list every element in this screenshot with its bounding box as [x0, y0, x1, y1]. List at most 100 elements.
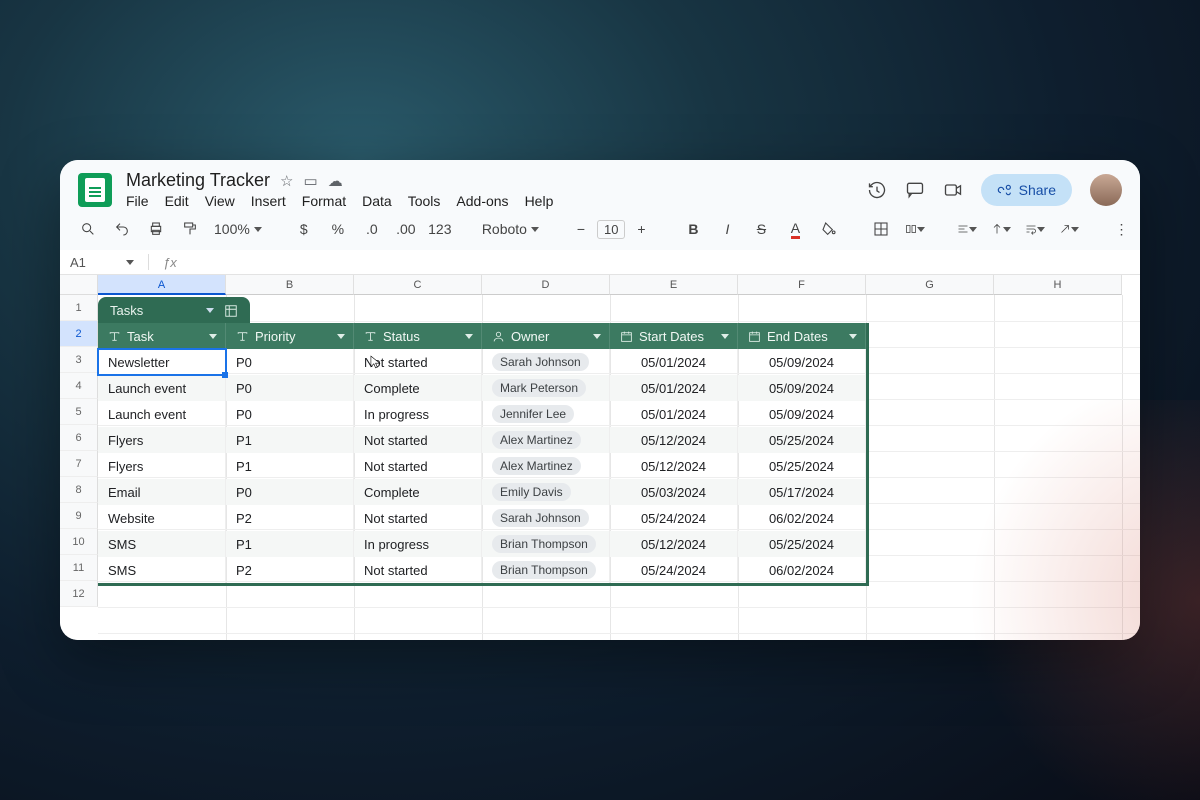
cell-priority[interactable]: P0	[226, 479, 354, 505]
menu-file[interactable]: File	[126, 193, 149, 209]
spreadsheet-grid[interactable]: ABCDEFGH 123456789101112 Tasks TaskPrior…	[60, 275, 1140, 640]
cell-owner[interactable]: Brian Thompson	[482, 557, 610, 583]
cell-end-date[interactable]: 06/02/2024	[738, 505, 866, 531]
print-icon[interactable]	[146, 221, 166, 237]
cell-task[interactable]: SMS	[98, 557, 226, 583]
cell-end-date[interactable]: 05/09/2024	[738, 375, 866, 401]
cell-priority[interactable]: P2	[226, 557, 354, 583]
row-header-6[interactable]: 6	[60, 425, 98, 451]
row-header-3[interactable]: 3	[60, 347, 98, 373]
column-header-C[interactable]: C	[354, 275, 482, 295]
percent-icon[interactable]: %	[328, 221, 348, 237]
cell-priority[interactable]: P1	[226, 427, 354, 453]
column-header-H[interactable]: H	[994, 275, 1122, 295]
more-formats-icon[interactable]: 123	[430, 221, 450, 237]
decrease-decimal-icon[interactable]: .0	[362, 221, 382, 237]
table-name-tab[interactable]: Tasks	[98, 297, 250, 324]
increase-decimal-icon[interactable]: .00	[396, 221, 416, 237]
row-header-2[interactable]: 2	[60, 321, 98, 347]
cell-task[interactable]: Email	[98, 479, 226, 505]
sheets-app-icon[interactable]	[78, 173, 112, 207]
cell-status[interactable]: In progress	[354, 401, 482, 427]
cell-task[interactable]: Website	[98, 505, 226, 531]
undo-icon[interactable]	[112, 221, 132, 237]
cell-priority[interactable]: P1	[226, 531, 354, 557]
cell-end-date[interactable]: 05/17/2024	[738, 479, 866, 505]
chevron-down-icon[interactable]	[206, 308, 214, 313]
cell-start-date[interactable]: 05/12/2024	[610, 453, 738, 479]
row-header-1[interactable]: 1	[60, 295, 98, 321]
cell-task[interactable]: Flyers	[98, 453, 226, 479]
increase-font-icon[interactable]: +	[631, 221, 651, 237]
table-header-start dates[interactable]: Start Dates	[610, 323, 738, 349]
table-header-status[interactable]: Status	[354, 323, 482, 349]
menu-format[interactable]: Format	[302, 193, 346, 209]
cell-owner[interactable]: Sarah Johnson	[482, 505, 610, 531]
name-box-dropdown-icon[interactable]	[126, 260, 134, 265]
table-header-task[interactable]: Task	[98, 323, 226, 349]
menu-edit[interactable]: Edit	[165, 193, 189, 209]
document-title[interactable]: Marketing Tracker	[126, 170, 270, 191]
cell-start-date[interactable]: 05/03/2024	[610, 479, 738, 505]
bold-icon[interactable]: B	[683, 221, 703, 237]
borders-icon[interactable]	[871, 221, 891, 237]
comments-icon[interactable]	[905, 180, 925, 200]
name-box[interactable]: A1	[70, 255, 120, 270]
cell-task[interactable]: Newsletter	[98, 349, 226, 375]
cell-owner[interactable]: Brian Thompson	[482, 531, 610, 557]
cell-priority[interactable]: P1	[226, 453, 354, 479]
cell-owner[interactable]: Alex Martinez	[482, 453, 610, 479]
zoom-dropdown[interactable]: 100%	[214, 221, 262, 237]
merge-icon[interactable]	[905, 221, 925, 237]
cell-status[interactable]: Complete	[354, 479, 482, 505]
cell-owner[interactable]: Mark Peterson	[482, 375, 610, 401]
column-header-A[interactable]: A	[98, 275, 226, 295]
menu-data[interactable]: Data	[362, 193, 392, 209]
table-header-end dates[interactable]: End Dates	[738, 323, 866, 349]
cell-task[interactable]: SMS	[98, 531, 226, 557]
font-dropdown[interactable]: Roboto	[482, 221, 539, 237]
cell-start-date[interactable]: 05/12/2024	[610, 531, 738, 557]
rotate-icon[interactable]	[1059, 221, 1079, 237]
column-header-G[interactable]: G	[866, 275, 994, 295]
row-header-8[interactable]: 8	[60, 477, 98, 503]
share-button[interactable]: Share	[981, 174, 1072, 206]
cell-end-date[interactable]: 05/09/2024	[738, 401, 866, 427]
cell-task[interactable]: Flyers	[98, 427, 226, 453]
valign-icon[interactable]	[991, 221, 1011, 237]
cell-priority[interactable]: P0	[226, 349, 354, 375]
table-header-priority[interactable]: Priority	[226, 323, 354, 349]
cell-end-date[interactable]: 05/25/2024	[738, 427, 866, 453]
cell-task[interactable]: Launch event	[98, 401, 226, 427]
cell-start-date[interactable]: 05/24/2024	[610, 505, 738, 531]
decrease-font-icon[interactable]: −	[571, 221, 591, 237]
cell-start-date[interactable]: 05/01/2024	[610, 375, 738, 401]
cell-status[interactable]: Not started	[354, 557, 482, 583]
column-header-D[interactable]: D	[482, 275, 610, 295]
menu-addons[interactable]: Add-ons	[456, 193, 508, 209]
cell-end-date[interactable]: 05/25/2024	[738, 531, 866, 557]
cell-status[interactable]: Not started	[354, 453, 482, 479]
cell-start-date[interactable]: 05/01/2024	[610, 401, 738, 427]
text-color-icon[interactable]: A	[785, 220, 805, 239]
fx-icon[interactable]: ƒx	[163, 255, 177, 270]
cell-status[interactable]: In progress	[354, 531, 482, 557]
cloud-status-icon[interactable]: ☁	[328, 172, 343, 190]
fill-color-icon[interactable]	[819, 221, 839, 237]
cell-status[interactable]: Not started	[354, 349, 482, 375]
history-icon[interactable]	[867, 180, 887, 200]
cell-task[interactable]: Launch event	[98, 375, 226, 401]
cell-priority[interactable]: P0	[226, 401, 354, 427]
cell-end-date[interactable]: 05/25/2024	[738, 453, 866, 479]
paint-format-icon[interactable]	[180, 221, 200, 237]
cell-owner[interactable]: Emily Davis	[482, 479, 610, 505]
move-folder-icon[interactable]: ▭	[304, 172, 318, 190]
cell-status[interactable]: Not started	[354, 427, 482, 453]
cell-start-date[interactable]: 05/12/2024	[610, 427, 738, 453]
account-avatar[interactable]	[1090, 174, 1122, 206]
menu-tools[interactable]: Tools	[408, 193, 441, 209]
cell-priority[interactable]: P0	[226, 375, 354, 401]
cell-owner[interactable]: Jennifer Lee	[482, 401, 610, 427]
cell-priority[interactable]: P2	[226, 505, 354, 531]
strike-icon[interactable]: S	[751, 221, 771, 237]
